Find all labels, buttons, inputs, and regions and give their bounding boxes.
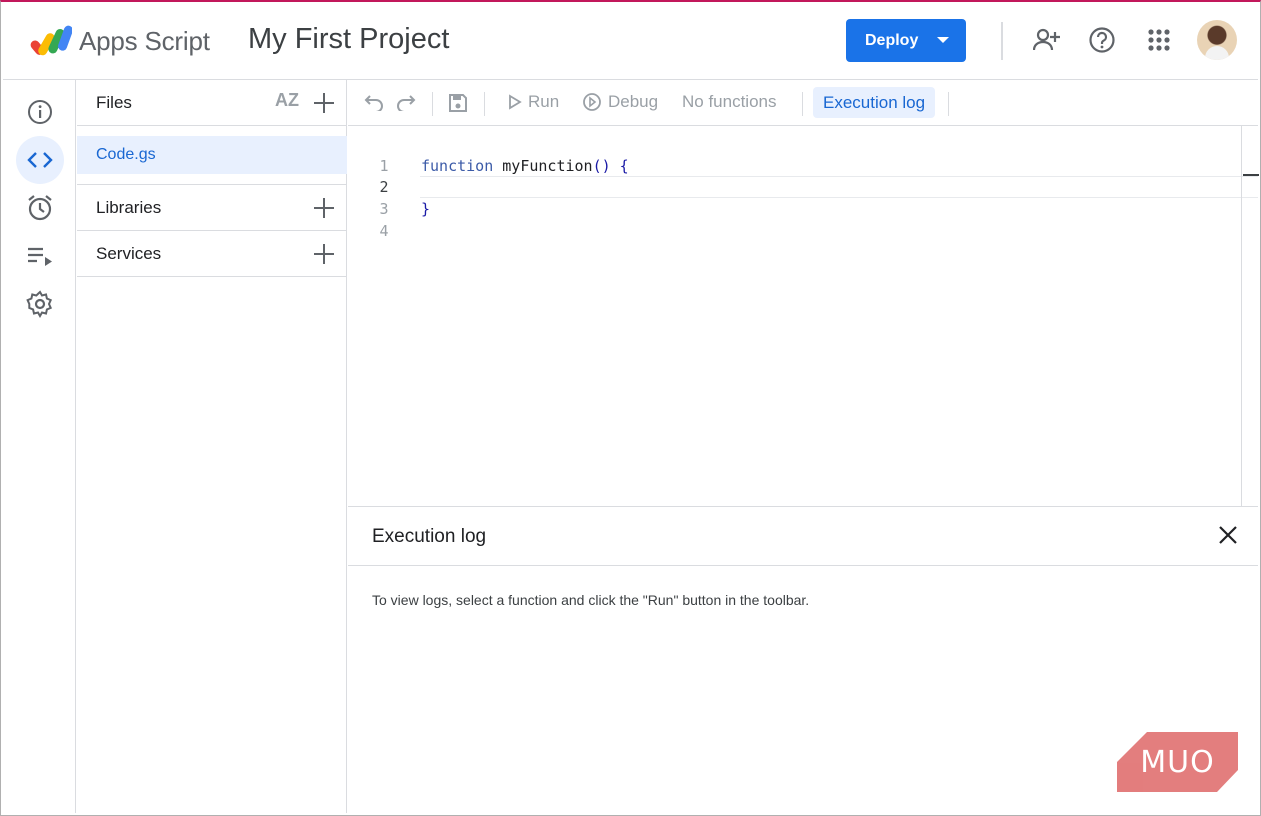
line-number: 3	[379, 200, 389, 218]
triggers-alarm-icon[interactable]	[16, 184, 64, 232]
editor-toolbar: Run Debug No functions Execution log	[348, 80, 1258, 126]
add-file-plus-icon[interactable]	[313, 92, 335, 114]
debug-label: Debug	[608, 92, 659, 111]
execution-log-title: Execution log	[372, 526, 487, 547]
app-name[interactable]: Apps Script	[79, 26, 210, 57]
play-icon	[509, 94, 522, 110]
line-number: 4	[379, 222, 389, 240]
overview-info-icon[interactable]	[16, 88, 64, 136]
save-disk-icon[interactable]	[448, 93, 468, 113]
code-line: }	[421, 200, 431, 218]
add-service-plus-icon[interactable]	[313, 243, 335, 265]
current-line-highlight	[420, 176, 1258, 198]
deploy-button-label: Deploy	[865, 31, 919, 49]
line-number: 2	[379, 178, 389, 196]
executions-playlist-icon[interactable]	[16, 232, 64, 280]
top-bar: Apps Script My First Project Deploy	[3, 2, 1258, 80]
code-function-name: myFunction	[502, 157, 593, 175]
line-number: 1	[379, 157, 389, 175]
header-divider	[1001, 22, 1003, 60]
redo-icon[interactable]	[396, 93, 416, 111]
editor-code-icon[interactable]	[16, 136, 64, 184]
help-icon[interactable]	[1086, 24, 1118, 56]
undo-icon[interactable]	[364, 93, 384, 111]
execution-log-header: Execution log	[348, 507, 1258, 566]
services-label: Services	[96, 243, 162, 263]
debug-button[interactable]: Debug	[582, 92, 658, 112]
toolbar-divider	[484, 92, 485, 116]
code-punctuation: () {	[592, 157, 629, 175]
run-label: Run	[528, 92, 560, 111]
libraries-label: Libraries	[96, 197, 162, 217]
sort-az-icon[interactable]: AZ	[275, 90, 299, 111]
deploy-button[interactable]: Deploy	[846, 19, 966, 62]
add-library-plus-icon[interactable]	[313, 197, 335, 219]
function-select[interactable]: No functions	[682, 92, 777, 112]
apps-grid-icon[interactable]	[1143, 24, 1175, 56]
file-item-label: Code.gs	[96, 146, 156, 163]
project-title[interactable]: My First Project	[248, 23, 449, 56]
code-line: function myFunction() {	[421, 157, 629, 175]
files-panel: Files AZ Code.gs Libraries Services	[77, 80, 347, 813]
editor-scrollbar[interactable]	[1241, 126, 1259, 506]
avatar[interactable]	[1197, 20, 1237, 60]
files-header: Files AZ	[77, 80, 347, 126]
settings-gear-icon[interactable]	[16, 280, 64, 328]
code-keyword: function	[421, 157, 494, 175]
execution-log-button-label: Execution log	[823, 92, 926, 112]
files-label: Files	[96, 92, 132, 112]
toolbar-divider	[948, 92, 949, 116]
close-icon[interactable]	[1216, 523, 1240, 547]
libraries-row[interactable]: Libraries	[77, 184, 347, 231]
left-nav-rail	[3, 80, 76, 813]
debug-icon	[583, 93, 601, 111]
file-item-code-gs[interactable]: Code.gs	[77, 136, 347, 174]
code-editor[interactable]: 1 2 3 4 function myFunction() { }	[348, 126, 1258, 506]
toolbar-divider	[432, 92, 433, 116]
caret-down-icon	[937, 37, 949, 43]
execution-log-message: To view logs, select a function and clic…	[372, 592, 810, 608]
share-add-person-icon[interactable]	[1031, 24, 1063, 56]
services-row[interactable]: Services	[77, 231, 347, 277]
toolbar-divider	[802, 92, 803, 116]
run-button[interactable]: Run	[508, 92, 559, 112]
function-select-value: No functions	[682, 92, 777, 111]
apps-script-logo-icon[interactable]	[30, 24, 72, 58]
execution-log-button[interactable]: Execution log	[813, 87, 936, 118]
